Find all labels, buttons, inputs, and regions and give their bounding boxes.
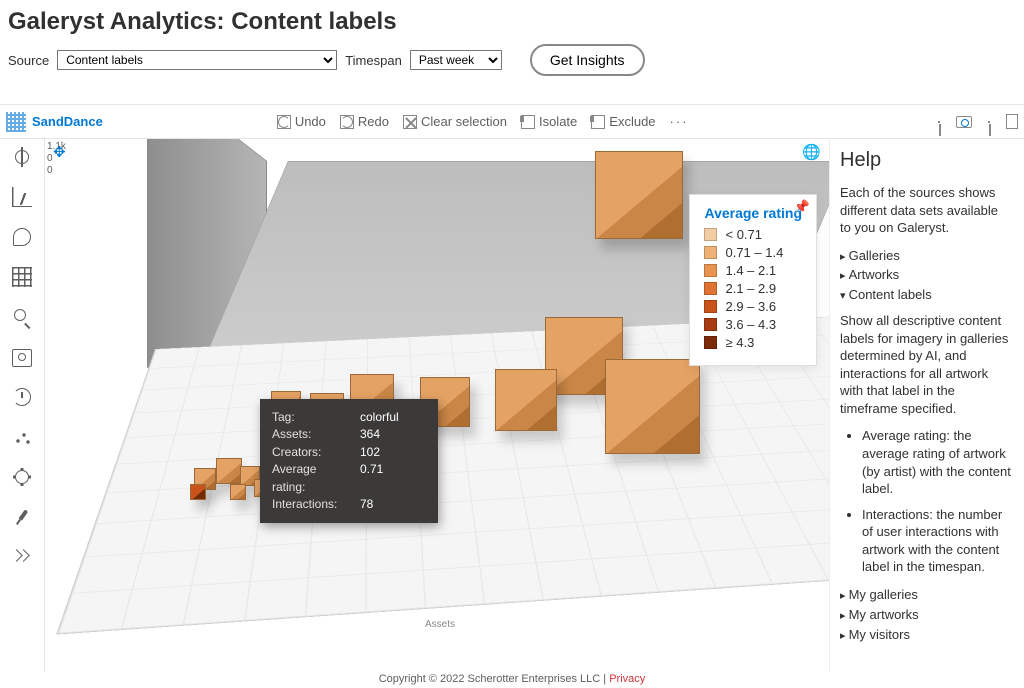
data-cube[interactable] [216, 458, 242, 484]
legend-item[interactable]: 2.9 – 3.6 [704, 299, 802, 314]
help-section-my-galleries[interactable]: My galleries [840, 586, 1012, 604]
more-button[interactable]: ··· [670, 114, 689, 129]
snapshot-icon[interactable] [956, 116, 972, 128]
legend-item[interactable]: < 0.71 [704, 227, 802, 242]
data-cube[interactable] [605, 359, 700, 454]
data-cube[interactable] [190, 484, 206, 500]
legend-title: Average rating [704, 205, 802, 221]
help-section-artworks[interactable]: Artworks [840, 266, 1012, 284]
datapoint-tooltip: Tag:colorfulAssets:364Creators:102Averag… [260, 399, 438, 523]
globe-icon[interactable]: 🌐 [802, 143, 821, 161]
close-icon [403, 115, 417, 129]
recenter-icon[interactable] [12, 147, 32, 167]
color-legend: 📌 Average rating < 0.71 0.71 – 1.4 1.4 – 2… [689, 194, 817, 366]
source-select[interactable]: Content labels [57, 50, 337, 70]
help-section-galleries[interactable]: Galleries [840, 247, 1012, 265]
chart-type-icon[interactable] [12, 187, 32, 207]
timespan-label: Timespan [345, 53, 402, 68]
orbit-icon[interactable]: ✥ [53, 143, 66, 161]
help-content-desc: Show all descriptive content labels for … [840, 312, 1012, 417]
legend-pin-icon[interactable]: 📌 [794, 199, 810, 215]
legend-item[interactable]: ≥ 4.3 [704, 335, 802, 350]
undo-button[interactable]: Undo [277, 114, 326, 129]
data-cube[interactable] [495, 369, 557, 431]
get-insights-button[interactable]: Get Insights [530, 44, 645, 76]
data-cube[interactable] [595, 151, 683, 239]
help-section-my-artworks[interactable]: My artworks [840, 606, 1012, 624]
help-section-my-visitors[interactable]: My visitors [840, 626, 1012, 644]
help-panel: Help Each of the sources shows different… [829, 139, 1024, 672]
chart-canvas[interactable]: 1.1k 0 0 ✥ 🌐 [45, 139, 829, 672]
color-icon[interactable] [12, 227, 32, 247]
left-tool-rail [0, 139, 45, 672]
legend-item[interactable]: 0.71 – 1.4 [704, 245, 802, 260]
settings-icon[interactable] [12, 467, 32, 487]
first-icon[interactable] [938, 121, 940, 123]
help-heading: Help [840, 147, 1012, 174]
search-icon[interactable] [12, 307, 32, 327]
redo-icon [340, 115, 354, 129]
new-doc-icon[interactable] [1006, 114, 1018, 129]
isolate-button[interactable]: Isolate [521, 114, 577, 129]
data-cube[interactable] [230, 484, 246, 500]
pin-icon[interactable] [8, 503, 36, 531]
help-intro: Each of the sources shows different data… [840, 184, 1012, 237]
last-icon[interactable] [988, 121, 990, 123]
sanddance-logo-icon [6, 112, 26, 132]
page-title: Galeryst Analytics: Content labels [8, 8, 1024, 36]
legend-item[interactable]: 3.6 – 4.3 [704, 317, 802, 332]
timespan-select[interactable]: Past week [410, 50, 502, 70]
redo-button[interactable]: Redo [340, 114, 389, 129]
exclude-button[interactable]: Exclude [591, 114, 655, 129]
camera-icon[interactable] [12, 347, 32, 367]
filter-out-icon [591, 115, 605, 129]
clear-selection-button[interactable]: Clear selection [403, 114, 507, 129]
data-grid-icon[interactable] [12, 267, 32, 287]
help-section-content-labels[interactable]: Content labels Show all descriptive cont… [840, 286, 1012, 576]
page-footer: Copyright © 2022 Scherotter Enterprises … [0, 672, 1024, 688]
expand-icon[interactable] [12, 547, 32, 567]
sanddance-brand: SandDance [6, 112, 103, 132]
scatter-icon[interactable] [12, 427, 32, 447]
undo-icon [277, 115, 291, 129]
help-bullet-avg: Average rating: the average rating of ar… [862, 427, 1012, 497]
history-icon[interactable] [12, 387, 32, 407]
help-bullet-int: Interactions: the number of user interac… [862, 506, 1012, 576]
privacy-link[interactable]: Privacy [609, 673, 645, 685]
sanddance-toolbar: SandDance Undo Redo Clear selection Isol… [0, 105, 1024, 139]
x-axis-label: Assets [425, 619, 455, 630]
source-label: Source [8, 53, 49, 68]
legend-item[interactable]: 1.4 – 2.1 [704, 263, 802, 278]
sanddance-brand-label: SandDance [32, 114, 103, 129]
filter-icon [521, 115, 535, 129]
legend-item[interactable]: 2.1 – 2.9 [704, 281, 802, 296]
